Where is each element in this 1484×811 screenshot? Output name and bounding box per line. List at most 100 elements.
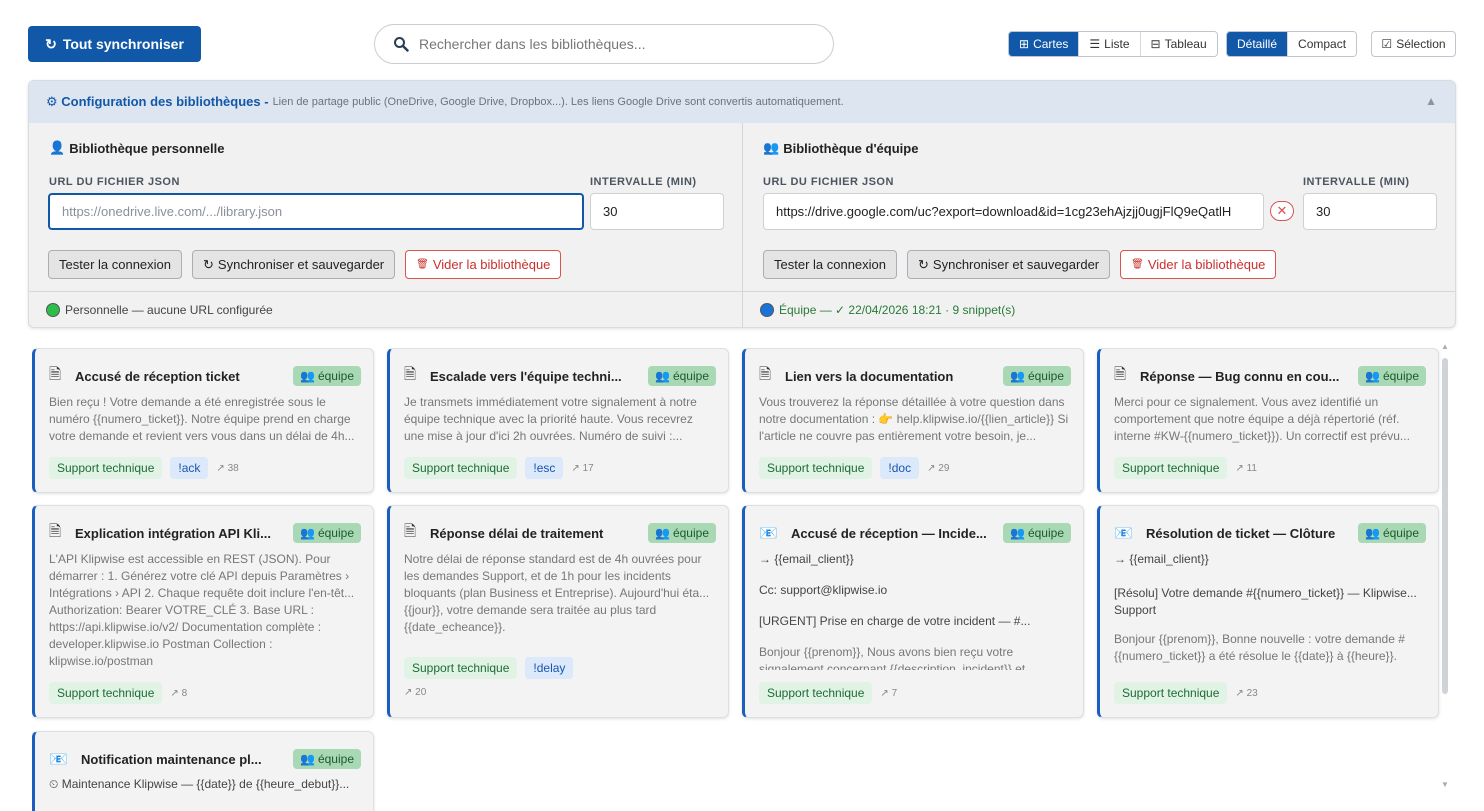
config-title: ⚙ Configuration des bibliothèques -	[46, 94, 269, 109]
collapse-icon[interactable]: ▲	[1425, 94, 1437, 108]
team-icon: 👥	[300, 752, 315, 766]
team-icon: 👥	[1010, 369, 1025, 383]
team-icon: 👥	[300, 526, 315, 540]
sync-all-label: Tout synchroniser	[62, 36, 184, 52]
category-tag[interactable]: Support technique	[1114, 682, 1228, 704]
personal-interval-field[interactable]: 30	[590, 193, 724, 230]
gear-icon: ⚙	[46, 94, 58, 109]
snippet-preview: Bien reçu ! Votre demande a été enregist…	[49, 395, 355, 443]
scrollbar[interactable]: ▲ ▼	[1441, 342, 1449, 791]
status-dot-icon	[46, 303, 60, 317]
view-cards-button[interactable]: ⊞ Cartes	[1009, 32, 1080, 56]
category-tag[interactable]: Support technique	[1114, 457, 1228, 479]
team-icon: 👥	[655, 526, 670, 540]
checkbox-icon: ☑	[1381, 37, 1393, 51]
team-badge: 👥 équipe	[648, 366, 716, 386]
trash-icon: 🗑	[1131, 259, 1144, 270]
team-url-field[interactable]: https://drive.google.com/uc?export=downl…	[763, 193, 1264, 230]
email-icon: 📧	[1114, 525, 1133, 542]
sync-icon: ↻	[45, 35, 57, 52]
team-test-connection-button[interactable]: Tester la connexion	[763, 250, 898, 279]
usage-count: ↗ 8	[170, 687, 188, 699]
team-badge: 👥 équipe	[1003, 366, 1071, 386]
team-interval-field[interactable]: 30	[1303, 193, 1437, 230]
view-mode-switch: ⊞ Cartes ☰ Liste ⊟ Tableau	[1008, 31, 1218, 57]
personal-interval-label: INTERVALLE (MIN)	[590, 176, 697, 188]
usage-count: ↗ 17	[571, 462, 594, 474]
shortcut-tag: !delay	[525, 657, 574, 679]
snippet-card[interactable]: 🗎 Réponse délai de traitement 👥 équipe Notr…	[387, 505, 729, 718]
snippet-card[interactable]: 🗎 Escalade vers l'équipe techni... 👥 équipe…	[387, 348, 729, 493]
category-tag[interactable]: Support technique	[759, 682, 873, 704]
snippet-title: Explication intégration API Kli...	[75, 525, 271, 541]
density-detailed-button[interactable]: Détaillé	[1227, 32, 1289, 56]
clear-url-icon[interactable]: ✕	[1270, 201, 1294, 221]
view-table-button[interactable]: ⊟ Tableau	[1140, 32, 1217, 56]
personal-library-title: 👤 Bibliothèque personnelle	[49, 140, 225, 156]
category-tag[interactable]: Support technique	[404, 457, 518, 479]
snippet-preview: Je transmets immédiatement votre signale…	[404, 395, 697, 443]
density-compact-button[interactable]: Compact	[1288, 32, 1357, 56]
snippet-preview: → {{email_client}} Cc: support@klipwise.…	[759, 552, 1036, 670]
scroll-down-icon[interactable]: ▼	[1441, 780, 1449, 789]
config-header[interactable]: ⚙ Configuration des bibliothèques - Lien…	[29, 81, 1455, 123]
snippet-card[interactable]: 📧 Résolution de ticket — Clôture 👥 équipe →…	[1097, 505, 1439, 718]
team-library: 👥 Bibliothèque d'équipe URL DU FICHIER JS…	[742, 123, 1455, 291]
team-clear-library-button[interactable]: 🗑 Vider la bibliothèque	[1120, 250, 1277, 279]
status-dot-icon	[760, 303, 774, 317]
team-library-title: 👥 Bibliothèque d'équipe	[763, 140, 919, 156]
document-icon: 🗎	[1114, 365, 1127, 383]
personal-clear-library-button[interactable]: 🗑 Vider la bibliothèque	[405, 250, 562, 279]
scroll-up-icon[interactable]: ▲	[1441, 342, 1449, 351]
usage-count: ↗ 7	[880, 687, 898, 699]
document-icon: 🗎	[404, 365, 417, 383]
team-icon: 👥	[763, 140, 780, 155]
snippet-title: Notification maintenance pl...	[81, 751, 262, 767]
category-tag[interactable]: Support technique	[759, 457, 873, 479]
search-icon	[394, 37, 409, 52]
shortcut-tag: !ack	[170, 457, 209, 479]
snippet-card[interactable]: 🗎 Réponse — Bug connu en cou... 👥 équipe Me…	[1097, 348, 1439, 493]
email-icon: 📧	[759, 525, 778, 542]
personal-url-field[interactable]: https://onedrive.live.com/.../library.js…	[48, 193, 584, 230]
category-tag[interactable]: Support technique	[49, 682, 163, 704]
table-icon: ⊟	[1150, 37, 1161, 51]
selection-button[interactable]: ☑ Sélection	[1371, 31, 1456, 57]
team-badge: 👥 équipe	[293, 366, 361, 386]
search-input[interactable]	[419, 36, 809, 52]
personal-sync-save-button[interactable]: ↻ Synchroniser et sauvegarder	[192, 250, 396, 279]
search-box[interactable]	[374, 24, 834, 64]
config-description: Lien de partage public (OneDrive, Google…	[272, 96, 844, 108]
personal-test-connection-button[interactable]: Tester la connexion	[48, 250, 183, 279]
snippet-preview: Merci pour ce signalement. Vous avez ide…	[1114, 395, 1410, 443]
view-list-button[interactable]: ☰ Liste	[1079, 32, 1141, 56]
snippet-title: Réponse — Bug connu en cou...	[1140, 368, 1340, 384]
snippet-card[interactable]: 🗎 Lien vers la documentation 👥 équipe Vous …	[742, 348, 1084, 493]
list-icon: ☰	[1089, 37, 1101, 51]
snippet-title: Escalade vers l'équipe techni...	[430, 368, 622, 384]
snippet-preview: Vous trouverez la réponse détaillée à vo…	[759, 395, 1069, 443]
document-icon: 🗎	[49, 522, 62, 540]
scrollbar-thumb[interactable]	[1442, 358, 1448, 694]
usage-count: ↗ 23	[1235, 687, 1258, 699]
snippet-card[interactable]: 🗎 Accusé de réception ticket 👥 équipe Bien …	[32, 348, 374, 493]
sync-icon: ↻	[203, 256, 214, 272]
team-badge: 👥 équipe	[1358, 523, 1426, 543]
category-tag[interactable]: Support technique	[49, 457, 163, 479]
snippet-grid: 🗎 Accusé de réception ticket 👥 équipe Bien …	[32, 348, 1442, 811]
snippet-card[interactable]: 📧 Accusé de réception — Incide... 👥 équipe …	[742, 505, 1084, 718]
team-badge: 👥 équipe	[293, 749, 361, 769]
snippet-preview: L'API Klipwise est accessible en REST (J…	[49, 552, 355, 668]
usage-count: ↗ 11	[1235, 462, 1257, 474]
user-icon: 👤	[49, 140, 66, 155]
snippet-card[interactable]: 🗎 Explication intégration API Kli... 👥 équi…	[32, 505, 374, 718]
team-interval-label: INTERVALLE (MIN)	[1303, 176, 1410, 188]
category-tag[interactable]: Support technique	[404, 657, 518, 679]
team-sync-save-button[interactable]: ↻ Synchroniser et sauvegarder	[907, 250, 1111, 279]
team-icon: 👥	[1365, 369, 1380, 383]
snippet-title: Résolution de ticket — Clôture	[1146, 525, 1336, 541]
snippet-card[interactable]: 📧 Notification maintenance pl... 👥 équipe ⏲…	[32, 731, 374, 811]
sync-all-button[interactable]: ↻ Tout synchroniser	[28, 26, 201, 62]
team-icon: 👥	[655, 369, 670, 383]
snippet-preview: ⏲ Maintenance Klipwise — {{date}} de {{h…	[49, 777, 350, 791]
